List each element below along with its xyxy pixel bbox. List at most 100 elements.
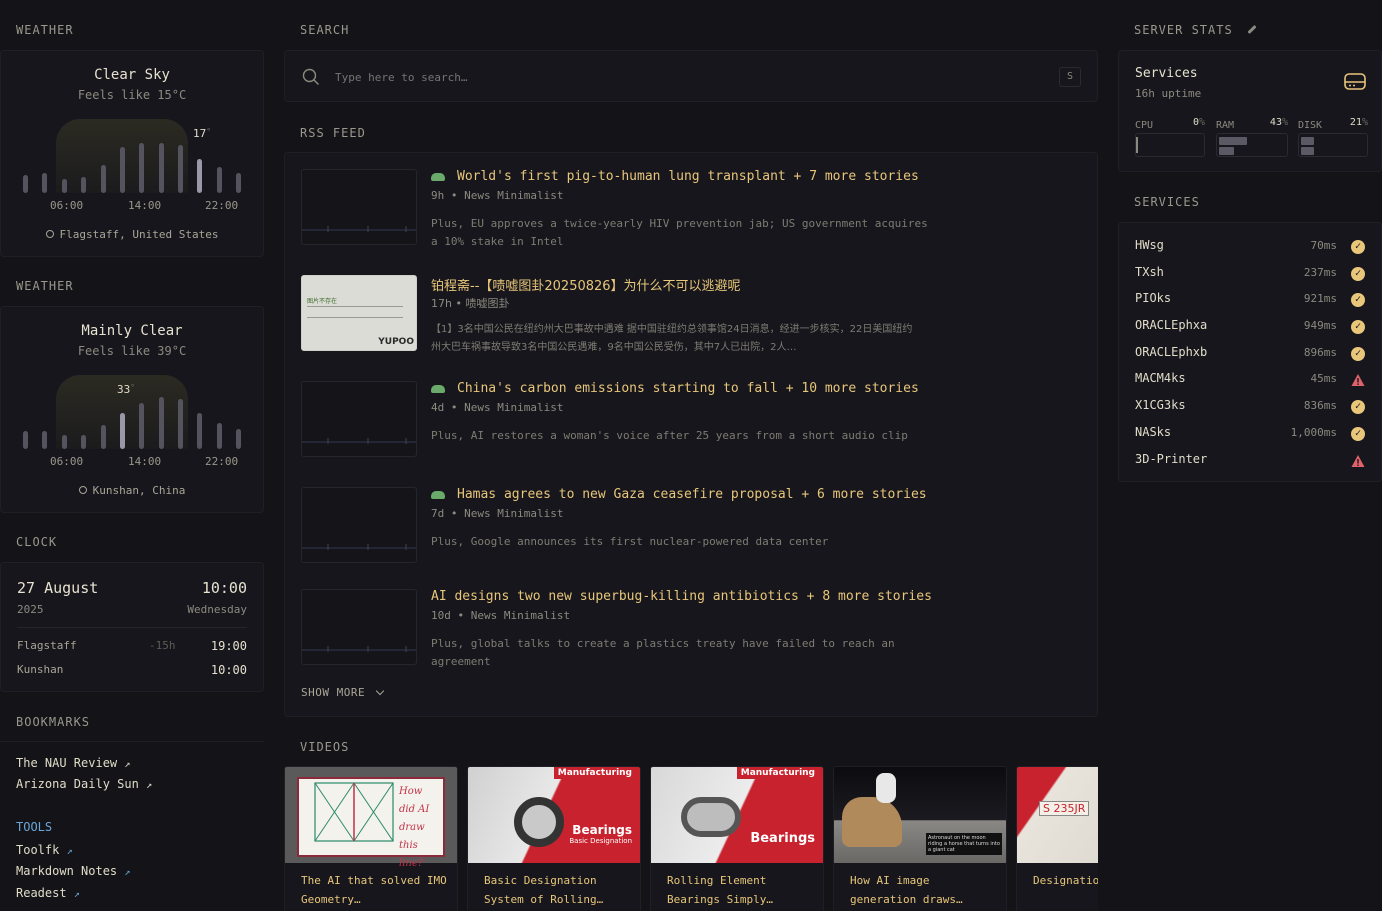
temp-bar <box>42 173 47 193</box>
video-card[interactable]: Manufacturing Bearings Basic Designation… <box>467 766 641 911</box>
ram-number: 43 <box>1269 117 1282 128</box>
video-thumbnail: Manufacturing Bearings Basic Designation <box>468 767 640 863</box>
server-stats-title-text: SERVER STATS <box>1134 23 1233 37</box>
zone-time: 19:00 <box>210 639 247 653</box>
services-section-title: SERVICES <box>1134 195 1200 209</box>
services-card: HWsg 70ms ✓ TXsh 237ms ✓ PIOks 921ms ✓ ORACLEp… <box>1118 222 1382 482</box>
cpu-value: 0% <box>1193 117 1205 128</box>
video-thumbnail: Manufacturing Bearings <box>651 767 823 863</box>
service-row[interactable]: ORACLEphxb 896ms ✓ <box>1135 345 1365 365</box>
service-row[interactable]: NASks 1,000ms ✓ <box>1135 425 1365 445</box>
temp-bar <box>178 145 183 193</box>
weather-condition: Clear Sky <box>94 67 170 83</box>
service-latency: 237ms <box>1303 266 1337 279</box>
temp-bar-current <box>197 159 202 193</box>
video-title[interactable]: How AI image generation draws… <box>850 871 1000 909</box>
location-text: Flagstaff, United States <box>59 228 219 241</box>
weather-temp-bars: 17° <box>21 113 245 193</box>
video-card[interactable]: Astronaut on the moon riding a horse tha… <box>833 766 1007 911</box>
video-title[interactable]: The AI that solved IMO Geometry… <box>301 871 451 909</box>
disk-meter <box>1298 133 1368 157</box>
time-label: 14:00 <box>128 199 162 212</box>
ram-label: RAM <box>1216 120 1235 131</box>
video-overlay-text: Astronaut on the moon riding a horse tha… <box>926 833 1002 855</box>
bookmark-link[interactable]: Arizona Daily Sun ↗ <box>16 777 152 791</box>
ram-stat: RAM 43% <box>1216 117 1288 157</box>
service-name: ORACLEphxa <box>1135 318 1208 332</box>
ram-value: 43% <box>1270 117 1288 128</box>
zone-row: Flagstaff -15h 19:00 <box>17 639 247 655</box>
temp-bar <box>101 165 106 193</box>
weather-card-kunshan: Mainly Clear Feels like 39°C 33° 06:00 1… <box>0 306 264 513</box>
video-title[interactable]: Designation for Steel… <box>1033 871 1098 890</box>
service-row[interactable]: X1CG3ks 836ms ✓ <box>1135 398 1365 418</box>
time-label: 06:00 <box>50 455 84 468</box>
external-link-icon: ↗ <box>66 846 73 857</box>
video-badge: Manufacturing <box>553 767 636 779</box>
server-uptime: 16h uptime <box>1135 87 1202 100</box>
weather-condition: Mainly Clear <box>81 323 183 339</box>
service-row[interactable]: ORACLEphxa 949ms ✓ <box>1135 318 1365 338</box>
cpu-meter <box>1135 133 1205 157</box>
clock-card: 27 August 10:00 2025 Wednesday Flagstaff… <box>0 562 264 692</box>
service-name: X1CG3ks <box>1135 398 1186 412</box>
wrench-icon[interactable] <box>1247 24 1257 35</box>
bookmark-link[interactable]: Toolfk ↗ <box>16 843 73 857</box>
right-column: SERVER STATS Services 16h uptime CPU 0% … <box>1118 0 1382 911</box>
bookmarks-section-title: BOOKMARKS <box>16 715 91 729</box>
video-overlay-text: Bearings <box>750 831 815 846</box>
service-row[interactable]: HWsg 70ms ✓ <box>1135 238 1365 258</box>
disk-meter-fill <box>1301 137 1314 145</box>
bookmark-link[interactable]: Readest ↗ <box>16 886 80 900</box>
cpu-meter-fill <box>1136 137 1138 153</box>
bookmark-label: Markdown Notes <box>16 864 118 878</box>
video-overlay-text: How did AI draw this line? <box>399 786 430 869</box>
disk-number: 21 <box>1349 117 1362 128</box>
bearing-graphic <box>514 797 564 847</box>
weather-section-title: WEATHER <box>16 279 74 293</box>
status-ok-icon: ✓ <box>1351 347 1365 361</box>
video-title[interactable]: Basic Designation System of Rolling… <box>484 871 634 909</box>
service-latency: 1,000ms <box>1290 426 1337 439</box>
video-card[interactable]: How did AI draw this line? The AI that s… <box>284 766 458 911</box>
zone-name: Flagstaff <box>17 639 77 652</box>
video-card[interactable]: Manufacturing Bearings Rolling Element B… <box>650 766 824 911</box>
zone-time: 10:00 <box>210 663 247 677</box>
clock-section-title: CLOCK <box>16 535 58 549</box>
video-overlay-text: Bearings <box>572 823 632 837</box>
status-ok-icon: ✓ <box>1351 267 1365 281</box>
service-row[interactable]: 3D-Printer <box>1135 452 1365 472</box>
percent-unit: % <box>1198 117 1205 128</box>
temp-bar <box>159 143 164 193</box>
ram-meter <box>1216 133 1288 157</box>
service-row[interactable]: PIOks 921ms ✓ <box>1135 291 1365 311</box>
time-label: 22:00 <box>205 199 239 212</box>
zone-offset: -15h <box>149 639 176 652</box>
bookmark-group-title: TOOLS <box>16 820 53 834</box>
external-link-icon: ↗ <box>73 889 80 900</box>
current-temp-value: 33 <box>117 383 131 396</box>
location-text: Kunshan, China <box>92 484 186 497</box>
temp-bar <box>81 435 86 449</box>
horse-graphic <box>842 797 902 847</box>
video-overlay-text: S 235JR <box>1039 801 1090 816</box>
temp-bar <box>23 431 28 449</box>
bookmark-link[interactable]: The NAU Review ↗ <box>16 756 130 770</box>
video-thumbnail: S 235JR <box>1017 767 1098 863</box>
zone-row: Kunshan 10:00 <box>17 663 247 679</box>
disk-stat: DISK 21% <box>1298 117 1368 157</box>
temp-bar-current <box>120 413 125 449</box>
bookmark-link[interactable]: Markdown Notes ↗ <box>16 864 130 878</box>
disk-value: 21% <box>1350 117 1368 128</box>
temp-bar <box>139 403 144 449</box>
service-name: ORACLEphxb <box>1135 345 1208 359</box>
weather-card-flagstaff: Clear Sky Feels like 15°C 17° 06:00 14:0… <box>0 50 264 257</box>
video-thumbnail: How did AI draw this line? <box>285 767 457 869</box>
external-link-icon: ↗ <box>124 867 131 878</box>
weather-location: Kunshan, China <box>1 484 263 497</box>
service-row[interactable]: TXsh 237ms ✓ <box>1135 265 1365 285</box>
video-card[interactable]: S 235JR Designation for Steel… <box>1016 766 1098 911</box>
service-row[interactable]: MACM4ks 45ms <box>1135 371 1365 391</box>
video-title[interactable]: Rolling Element Bearings Simply… <box>667 871 817 909</box>
service-name: TXsh <box>1135 265 1164 279</box>
